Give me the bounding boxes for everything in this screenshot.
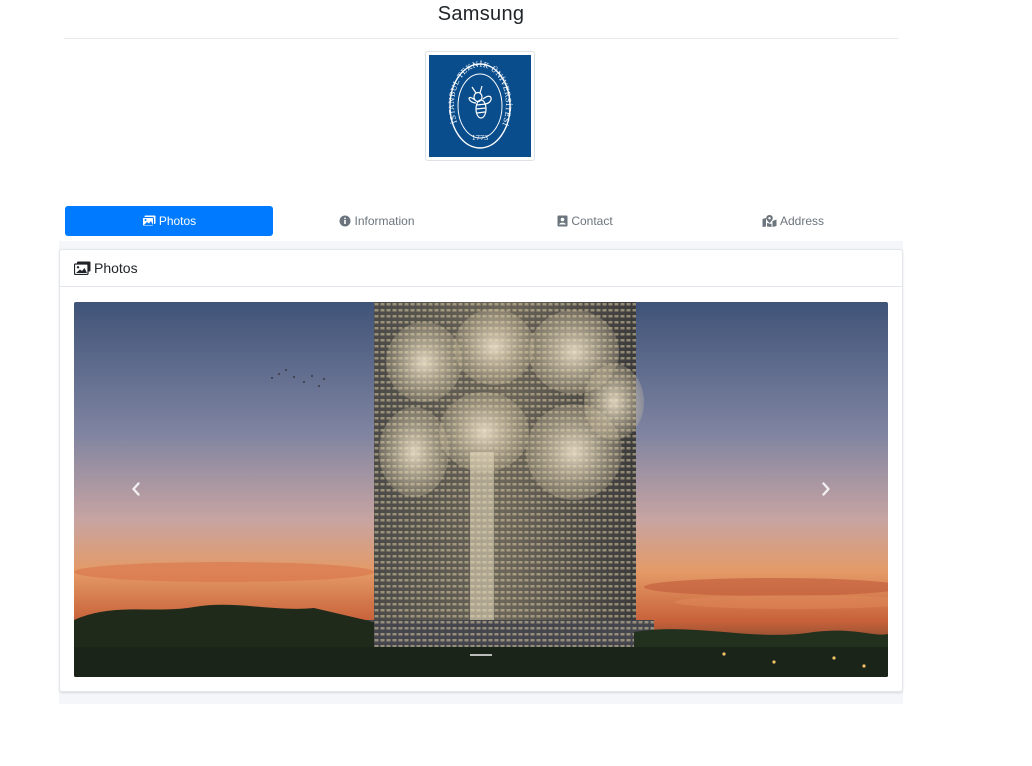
carousel-photo — [74, 302, 888, 677]
contact-card-icon — [557, 215, 568, 227]
photos-card: Photos — [59, 249, 903, 692]
carousel-next-button[interactable] — [811, 474, 841, 504]
map-marked-icon — [762, 215, 777, 227]
tab-address-label: Address — [779, 214, 825, 228]
tab-photos[interactable]: Photos — [65, 206, 273, 236]
tab-bar: Photos Information Contact Address — [65, 206, 897, 236]
images-icon — [74, 261, 91, 275]
tab-address[interactable]: Address — [689, 206, 897, 236]
tab-information[interactable]: Information — [273, 206, 481, 236]
photo-carousel[interactable] — [74, 302, 888, 677]
photos-card-title: Photos — [94, 260, 138, 276]
page-title: Samsung — [437, 3, 525, 25]
university-seal-icon: İSTANBUL TEKNİK ÜNİVERSİTESİ 1773 — [429, 55, 531, 157]
tab-information-label: Information — [354, 214, 415, 228]
seal-year: 1773 — [472, 134, 489, 142]
tab-contact[interactable]: Contact — [481, 206, 689, 236]
photos-card-header: Photos — [60, 250, 902, 287]
logo: İSTANBUL TEKNİK ÜNİVERSİTESİ 1773 — [425, 51, 535, 161]
chevron-left-icon — [132, 482, 140, 496]
tab-photos-label: Photos — [158, 214, 197, 228]
info-circle-icon — [339, 215, 351, 227]
carousel-prev-button[interactable] — [121, 474, 151, 504]
images-icon — [141, 215, 156, 227]
title-divider — [64, 38, 898, 39]
carousel-indicator[interactable] — [470, 654, 492, 656]
tab-contact-label: Contact — [571, 214, 613, 228]
chevron-right-icon — [822, 482, 830, 496]
